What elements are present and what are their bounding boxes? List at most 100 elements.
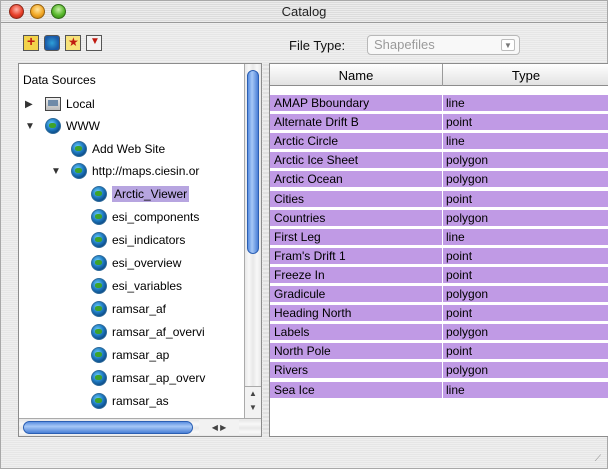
- cell-divider: [442, 266, 443, 283]
- tree-vertical-scrollbar[interactable]: ▲ ▼: [244, 64, 261, 418]
- cell-type: line: [446, 229, 465, 244]
- catalog-window: Catalog File Type: Shapefiles ▼ Data Sou…: [0, 0, 608, 469]
- tree-item[interactable]: esi_variables: [91, 275, 182, 297]
- tree-item[interactable]: ▼ http://maps.ciesin.or: [51, 160, 199, 182]
- cell-type: point: [446, 267, 473, 282]
- cell-divider: [442, 95, 443, 111]
- tree-item-label: ramsar_ap_overv: [112, 371, 206, 385]
- tree-item[interactable]: esi_overview: [91, 252, 181, 274]
- table-row[interactable]: Sea Ice line: [270, 381, 608, 398]
- cell-name: AMAP Bboundary: [274, 96, 370, 110]
- cell-type: polygon: [446, 210, 489, 225]
- tree-item[interactable]: Arctic_Viewer: [91, 183, 190, 205]
- globe-icon: [91, 232, 107, 248]
- table-row[interactable]: Freeze In point: [270, 266, 608, 283]
- cell-name: Cities: [274, 191, 305, 206]
- tree-item[interactable]: esi_components: [91, 206, 199, 228]
- column-header-type[interactable]: Type: [442, 68, 608, 83]
- table-row[interactable]: Alternate Drift B point: [270, 114, 608, 131]
- table-row[interactable]: Heading North point: [270, 305, 608, 322]
- cell-name: Gradicule: [274, 287, 326, 301]
- tree-item[interactable]: ramsar_af_overvi: [91, 321, 205, 343]
- cell-divider: [442, 133, 443, 150]
- tree-item[interactable]: ▼ WWW: [25, 115, 100, 137]
- globe-icon: [91, 278, 107, 294]
- table-row[interactable]: Cities point: [270, 190, 608, 207]
- cell-name: Countries: [274, 210, 326, 225]
- globe-icon: [91, 301, 107, 317]
- file-type-select[interactable]: Shapefiles ▼: [367, 35, 520, 55]
- data-sources-tree[interactable]: Data Sources ▶ Local ▼ WWW Add Web Site ▼ http…: [18, 63, 262, 437]
- table-row[interactable]: First Leg line: [270, 228, 608, 245]
- cell-type: line: [446, 382, 465, 397]
- table-row[interactable]: North Pole point: [270, 343, 608, 360]
- tree-horizontal-scroll-thumb[interactable]: [23, 421, 193, 434]
- cell-type: point: [446, 115, 473, 130]
- tree-item[interactable]: ramsar_af: [91, 298, 166, 320]
- tree-scroll-arrows[interactable]: ▲ ▼: [245, 386, 261, 418]
- globe-icon: [71, 163, 87, 179]
- cell-name: Freeze In: [274, 267, 325, 282]
- cell-name: Fram's Drift 1: [274, 248, 346, 263]
- table-row[interactable]: Rivers polygon: [270, 362, 608, 379]
- add-data-icon[interactable]: [23, 33, 39, 51]
- tree-item[interactable]: ramsar_as: [91, 390, 169, 412]
- remove-icon[interactable]: [86, 35, 102, 51]
- title-bar[interactable]: Catalog: [1, 1, 607, 23]
- tree-vertical-scroll-thumb[interactable]: [247, 70, 259, 254]
- table-row[interactable]: Fram's Drift 1 point: [270, 247, 608, 264]
- tree-item-label: ramsar_ap: [112, 348, 170, 362]
- tree-item-label: esi_indicators: [112, 233, 186, 247]
- favorite-icon[interactable]: [65, 35, 81, 51]
- cell-type: line: [446, 96, 465, 110]
- globe-icon: [45, 118, 61, 134]
- computer-icon: [45, 97, 61, 111]
- disclosure-collapsed-icon[interactable]: ▶: [25, 99, 39, 110]
- table-row[interactable]: Arctic Ocean polygon: [270, 171, 608, 188]
- tree-item[interactable]: ramsar_ap_overv: [91, 367, 205, 389]
- cell-type: polygon: [446, 172, 489, 187]
- cell-divider: [442, 247, 443, 264]
- tree-item[interactable]: Add Web Site: [71, 138, 165, 160]
- window-title: Catalog: [281, 4, 327, 19]
- globe-icon: [91, 370, 107, 386]
- table-row[interactable]: Gradicule polygon: [270, 286, 608, 302]
- cell-name: Arctic Ocean: [274, 172, 343, 187]
- web-site-icon[interactable]: [44, 35, 60, 51]
- table-row[interactable]: AMAP Bboundary line: [270, 95, 608, 111]
- globe-icon: [91, 393, 107, 409]
- cell-type: polygon: [446, 325, 489, 340]
- globe-icon: [91, 255, 107, 271]
- disclosure-expanded-icon[interactable]: ▼: [25, 121, 39, 132]
- cell-divider: [442, 190, 443, 207]
- tree-item[interactable]: esi_indicators: [91, 229, 185, 251]
- cell-name: Labels: [274, 325, 310, 340]
- globe-icon: [91, 347, 107, 363]
- file-type-value: Shapefiles: [374, 37, 435, 52]
- resize-grip-icon[interactable]: ⟋: [595, 453, 601, 464]
- tree-item-label: ramsar_af: [112, 302, 167, 316]
- layers-table[interactable]: Name Type AMAP Bboundary line Alternate Dr…: [269, 63, 608, 437]
- disclosure-expanded-icon[interactable]: ▼: [51, 166, 65, 177]
- tree-item[interactable]: ramsar_ap: [91, 344, 169, 366]
- cell-divider: [442, 152, 443, 169]
- globe-icon: [71, 141, 87, 157]
- tree-horizontal-scroll-arrows[interactable]: ◀ ▶: [199, 420, 239, 435]
- select-arrow-icon: ▼: [501, 39, 515, 51]
- table-header: Name Type: [270, 64, 608, 86]
- file-type-label: File Type:: [289, 38, 346, 53]
- tree-item[interactable]: ▶ Local: [25, 93, 95, 115]
- cell-divider: [442, 286, 443, 302]
- table-row[interactable]: Labels polygon: [270, 324, 608, 341]
- cell-type: point: [446, 191, 473, 206]
- table-row[interactable]: Arctic Ice Sheet polygon: [270, 152, 608, 169]
- tree-item-label: Arctic_Viewer: [112, 186, 190, 202]
- table-row[interactable]: Countries polygon: [270, 209, 608, 226]
- cell-type: polygon: [446, 287, 489, 301]
- cell-type: point: [446, 248, 473, 263]
- tree-horizontal-scrollbar[interactable]: ◀ ▶: [19, 418, 261, 436]
- table-row[interactable]: Arctic Circle line: [270, 133, 608, 150]
- tree-item-label: esi_components: [112, 210, 200, 224]
- column-header-name[interactable]: Name: [270, 68, 442, 83]
- cell-divider: [442, 228, 443, 245]
